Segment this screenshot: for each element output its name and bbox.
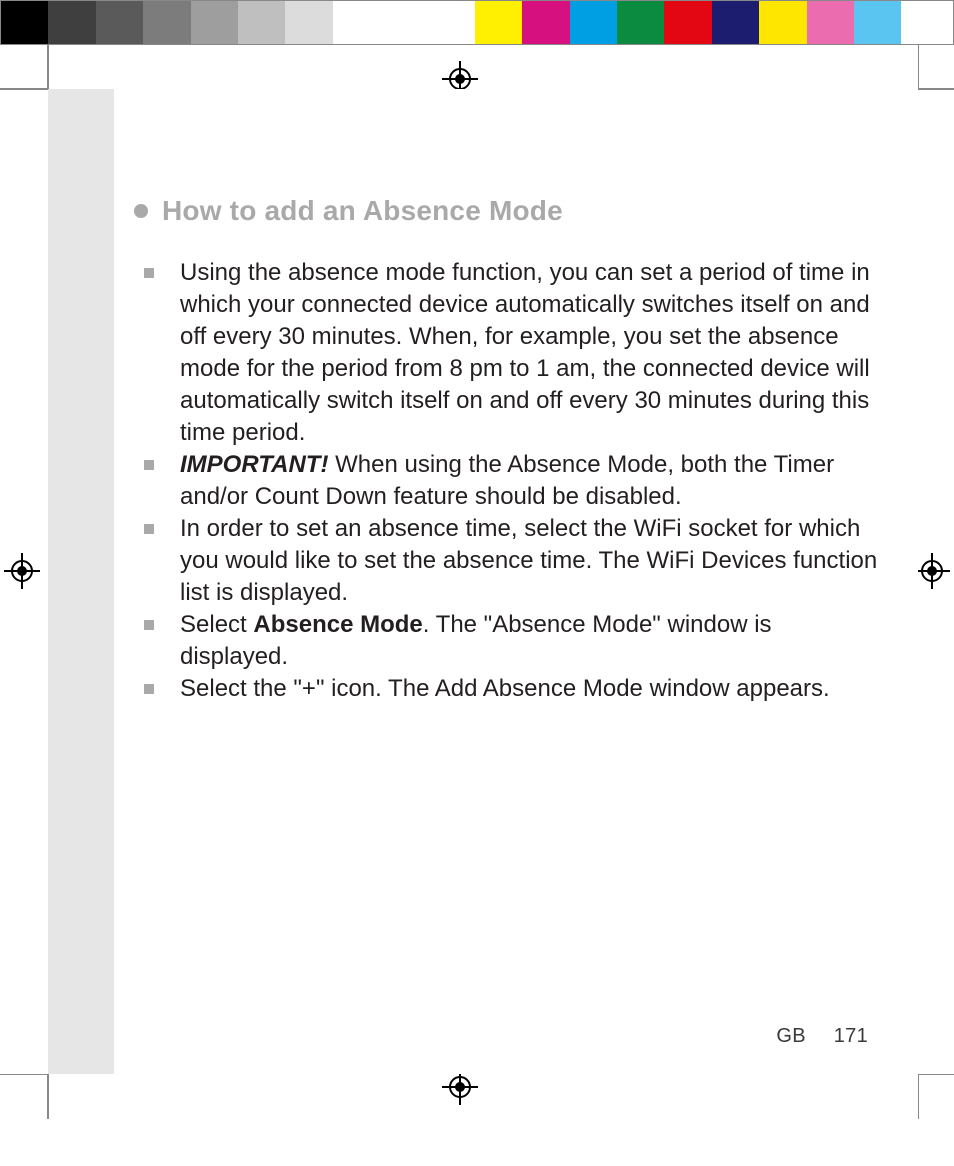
print-color-bar bbox=[0, 0, 954, 45]
crop-mark bbox=[0, 1074, 48, 1076]
list-item: Using the absence mode function, you can… bbox=[144, 257, 878, 449]
page-content: How to add an Absence Mode Using the abs… bbox=[114, 89, 918, 1074]
footer-lang: GB bbox=[776, 1025, 806, 1047]
heading: How to add an Absence Mode bbox=[134, 195, 878, 227]
footer-page-number: 171 bbox=[834, 1025, 868, 1047]
page-footer: GB 171 bbox=[776, 1025, 868, 1048]
crop-mark bbox=[918, 44, 920, 89]
bullet-dot-icon bbox=[134, 204, 148, 218]
body-list: Using the absence mode function, you can… bbox=[134, 257, 878, 705]
list-item: IMPORTANT! When using the Absence Mode, … bbox=[144, 449, 878, 513]
list-item: Select Absence Mode. The "Absence Mode" … bbox=[144, 609, 878, 673]
list-item-text: In order to set an absence time, select … bbox=[180, 515, 877, 606]
list-item-text: Select bbox=[180, 611, 253, 638]
bold-term: Absence Mode bbox=[253, 611, 422, 638]
important-label: IMPORTANT! bbox=[180, 451, 328, 478]
crop-mark bbox=[918, 1074, 954, 1076]
list-item-text: Using the absence mode function, you can… bbox=[180, 259, 870, 446]
crop-mark bbox=[47, 44, 49, 89]
list-item: Select the "+" icon. The Add Absence Mod… bbox=[144, 673, 878, 705]
crop-mark bbox=[918, 1074, 920, 1119]
list-item-text: Select the "+" icon. The Add Absence Mod… bbox=[180, 675, 830, 702]
crop-mark bbox=[918, 88, 954, 90]
heading-text: How to add an Absence Mode bbox=[162, 195, 563, 227]
crop-mark bbox=[47, 1074, 49, 1119]
registration-mark-icon bbox=[914, 553, 950, 589]
crop-mark bbox=[0, 88, 48, 90]
page-background: Use How to add an Absence Mode Using the… bbox=[48, 89, 918, 1074]
registration-mark-icon bbox=[4, 553, 40, 589]
registration-mark-icon bbox=[442, 1069, 478, 1105]
list-item: In order to set an absence time, select … bbox=[144, 513, 878, 609]
